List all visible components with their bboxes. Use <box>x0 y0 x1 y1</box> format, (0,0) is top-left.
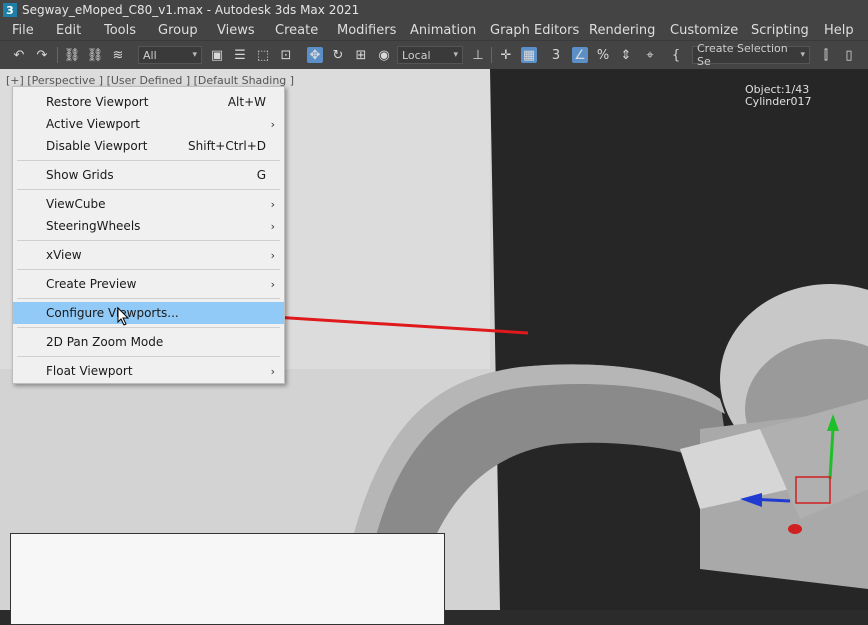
bind-to-space-warp-icon[interactable]: ≋ <box>110 47 126 63</box>
menu-item-label: Restore Viewport <box>46 95 149 109</box>
menu-item-shortcut: G <box>256 168 266 182</box>
edit-named-selection-icon[interactable]: { <box>668 47 684 63</box>
submenu-arrow-icon: › <box>270 364 275 378</box>
menu-item-show-grids[interactable]: Show Grids G <box>13 164 284 186</box>
menu-divider <box>17 240 280 241</box>
submenu-arrow-icon: › <box>270 117 275 131</box>
title-bar: 3 Segway_eMoped_C80_v1.max - Autodesk 3d… <box>0 0 868 20</box>
unlink-selection-icon[interactable]: ⛓ <box>87 47 104 63</box>
menu-item-float-viewport[interactable]: Float Viewport › <box>13 360 284 382</box>
selection-info: Object:1/43 Cylinder017 <box>745 84 812 108</box>
menu-item-steeringwheels[interactable]: SteeringWheels › <box>13 215 284 237</box>
menu-scripting[interactable]: Scripting <box>751 23 809 38</box>
window-crossing-icon[interactable]: ⊡ <box>278 47 294 63</box>
keyboard-shortcut-override-icon[interactable]: ▦ <box>521 47 537 63</box>
menu-item-active-viewport[interactable]: Active Viewport › <box>13 113 284 135</box>
submenu-arrow-icon: › <box>270 219 275 233</box>
submenu-arrow-icon: › <box>270 248 275 262</box>
menu-item-label: Create Preview <box>46 277 137 291</box>
menu-tools[interactable]: Tools <box>104 23 136 38</box>
select-and-move-icon[interactable]: ✥ <box>307 47 323 63</box>
menu-item-label: xView <box>46 248 82 262</box>
menu-item-label: SteeringWheels <box>46 219 141 233</box>
menu-item-viewcube[interactable]: ViewCube › <box>13 193 284 215</box>
mouse-cursor-icon <box>117 307 130 326</box>
menu-rendering[interactable]: Rendering <box>589 23 655 38</box>
selection-filter-value: All <box>143 48 157 62</box>
submenu-arrow-icon: › <box>270 197 275 211</box>
select-and-place-icon[interactable]: ◉ <box>376 47 392 63</box>
menu-bar: File Edit Tools Group Views Create Modif… <box>0 20 868 40</box>
select-and-rotate-icon[interactable]: ↻ <box>330 47 346 63</box>
menu-animation[interactable]: Animation <box>410 23 476 38</box>
snaps-toggle-icon[interactable]: 3 <box>548 47 564 63</box>
menu-item-configure-viewports[interactable]: Configure Viewports... <box>13 302 284 324</box>
menu-item-create-preview[interactable]: Create Preview › <box>13 273 284 295</box>
menu-customize[interactable]: Customize <box>670 23 738 38</box>
select-manipulate-icon[interactable]: ✛ <box>498 47 514 63</box>
pivot-center-icon[interactable]: ⊥ <box>470 47 486 63</box>
menu-item-shortcut: Alt+W <box>227 95 266 109</box>
menu-item-shortcut: Shift+Ctrl+D <box>188 139 266 153</box>
toolbar-divider <box>57 47 58 63</box>
menu-divider <box>17 356 280 357</box>
toolbar-divider <box>491 47 492 63</box>
reference-coordinate-value: Local <box>402 48 431 62</box>
mirror-icon[interactable]: ⫿ <box>818 47 834 63</box>
menu-item-label: Disable Viewport <box>46 139 148 153</box>
object-name: Cylinder017 <box>745 95 812 108</box>
window-title: Segway_eMoped_C80_v1.max - Autodesk 3ds … <box>22 3 360 17</box>
menu-views[interactable]: Views <box>217 23 255 38</box>
redo-icon[interactable]: ↷ <box>34 47 50 63</box>
crosshair-icon[interactable]: ⌖ <box>642 47 658 63</box>
menu-graph-editors[interactable]: Graph Editors <box>490 23 579 38</box>
menu-divider <box>17 298 280 299</box>
chevron-down-icon: ▾ <box>192 50 197 60</box>
menu-divider <box>17 327 280 328</box>
menu-item-disable-viewport[interactable]: Disable Viewport Shift+Ctrl+D <box>13 135 284 157</box>
select-and-scale-icon[interactable]: ⊞ <box>353 47 369 63</box>
3dsmax-app-icon[interactable]: 3 <box>3 3 17 17</box>
dialog-panel <box>10 533 445 625</box>
spinner-snap-icon[interactable]: ⇕ <box>618 47 634 63</box>
menu-item-label: ViewCube <box>46 197 106 211</box>
gizmo-x-handle[interactable] <box>788 524 802 534</box>
selection-filter-dropdown[interactable]: All ▾ <box>138 46 202 64</box>
menu-item-label: Active Viewport <box>46 117 141 131</box>
align-icon[interactable]: ▯ <box>841 47 857 63</box>
viewport-context-menu: Restore Viewport Alt+W Active Viewport ›… <box>12 86 285 384</box>
menu-divider <box>17 269 280 270</box>
chevron-down-icon: ▾ <box>453 50 458 60</box>
menu-divider <box>17 160 280 161</box>
selection-set-dropdown[interactable]: Create Selection Se ▾ <box>692 42 810 68</box>
submenu-arrow-icon: › <box>270 277 275 291</box>
menu-item-label: 2D Pan Zoom Mode <box>46 335 164 349</box>
undo-icon[interactable]: ↶ <box>11 47 27 63</box>
rectangular-selection-icon[interactable]: ⬚ <box>255 47 271 63</box>
menu-item-xview[interactable]: xView › <box>13 244 284 266</box>
menu-item-label: Show Grids <box>46 168 114 182</box>
menu-file[interactable]: File <box>12 23 34 38</box>
angle-snap-icon[interactable]: ∠ <box>572 47 588 63</box>
menu-create[interactable]: Create <box>275 23 318 38</box>
menu-edit[interactable]: Edit <box>56 23 81 38</box>
chevron-down-icon: ▾ <box>800 50 805 60</box>
menu-item-restore-viewport[interactable]: Restore Viewport Alt+W <box>13 91 284 113</box>
menu-item-label: Configure Viewports... <box>46 306 179 320</box>
menu-modifiers[interactable]: Modifiers <box>337 23 396 38</box>
menu-item-2d-pan-zoom-mode[interactable]: 2D Pan Zoom Mode <box>13 331 284 353</box>
menu-item-label: Float Viewport <box>46 364 133 378</box>
reference-coordinate-dropdown[interactable]: Local ▾ <box>397 46 463 64</box>
selection-set-value: Create Selection Se <box>697 42 788 68</box>
main-toolbar: ↶ ↷ ⛓ ⛓ ≋ All ▾ ▣ ☰ ⬚ ⊡ ✥ ↻ ⊞ ◉ Local ▾ … <box>0 40 868 70</box>
menu-help[interactable]: Help <box>824 23 854 38</box>
menu-group[interactable]: Group <box>158 23 198 38</box>
select-and-link-icon[interactable]: ⛓ <box>64 47 81 63</box>
menu-divider <box>17 189 280 190</box>
select-by-name-icon[interactable]: ☰ <box>232 47 248 63</box>
select-object-icon[interactable]: ▣ <box>209 47 225 63</box>
percent-snap-icon[interactable]: % <box>595 47 611 63</box>
